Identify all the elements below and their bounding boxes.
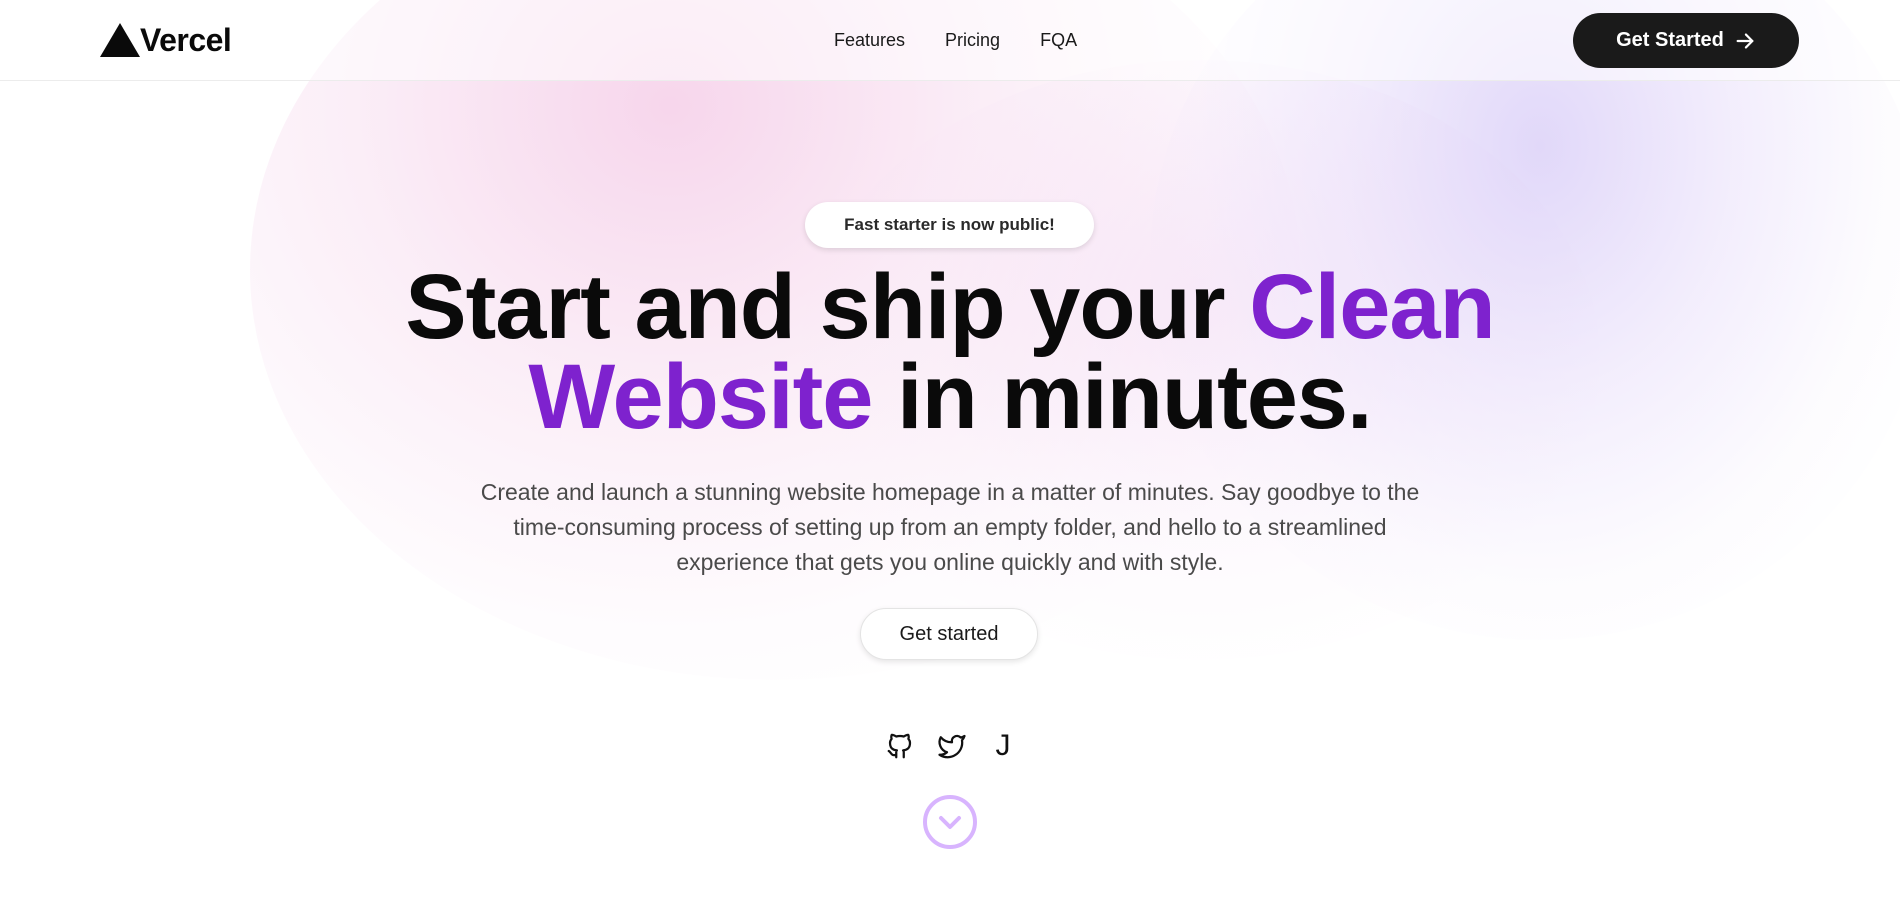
headline-part-2: in minutes. [872, 346, 1373, 448]
headline-accent-clean: Clean [1249, 256, 1496, 358]
github-icon[interactable] [885, 730, 915, 762]
nav-link-features[interactable]: Features [834, 28, 905, 52]
site-header: Vercel Features Pricing FQA Get Started [0, 0, 1900, 81]
j-icon[interactable]: J [989, 730, 1017, 762]
chevron-down-circle-icon[interactable] [922, 794, 978, 850]
nav-link-fqa[interactable]: FQA [1040, 28, 1077, 52]
brand-logo[interactable]: Vercel [100, 22, 232, 58]
hero-subtitle: Create and launch a stunning website hom… [480, 479, 1420, 575]
hero-headline: Start and ship your Clean Website in minu… [300, 261, 1600, 443]
nav-link-pricing[interactable]: Pricing [945, 28, 1000, 52]
headline-part-1: Start and ship your [405, 256, 1250, 358]
arrow-right-icon [1736, 32, 1754, 49]
get-started-hero-label: Get started [899, 622, 999, 645]
headline-accent-website: Website [528, 346, 873, 448]
main-nav: Features Pricing FQA [834, 28, 1077, 52]
social-links: J [885, 730, 1017, 762]
brand-name: Vercel [140, 22, 232, 58]
landing-page: Vercel Features Pricing FQA Get Started … [0, 0, 1900, 912]
announcement-badge[interactable]: Fast starter is now public! [805, 202, 1094, 248]
triangle-icon [100, 23, 140, 57]
twitter-icon[interactable] [937, 731, 967, 761]
get-started-hero-button[interactable]: Get started [860, 608, 1038, 660]
announcement-text: Fast starter is now public! [844, 215, 1055, 234]
get-started-header-button[interactable]: Get Started [1573, 13, 1799, 68]
get-started-header-label: Get Started [1616, 29, 1724, 51]
